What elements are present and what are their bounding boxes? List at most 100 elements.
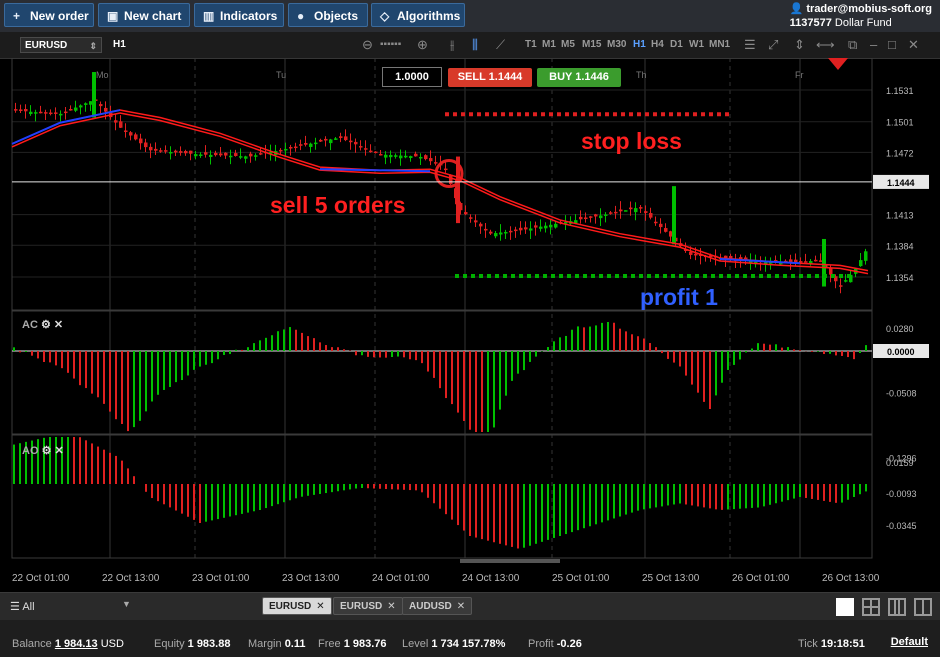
gear-icon[interactable]: ⚙ xyxy=(41,319,51,331)
layout-single-icon[interactable] xyxy=(836,598,854,616)
buy-button[interactable]: BUY 1.1446 xyxy=(537,68,621,87)
candle-body xyxy=(189,150,193,154)
zoom-in-icon[interactable]: ⊕ xyxy=(417,37,428,53)
candle-chart-icon[interactable]: ⫼ xyxy=(472,37,478,53)
list-icon: ☰ xyxy=(10,601,20,613)
chart-tabs-bar: ☰ All ▼ EURUSD ✕ EURUSD ✕ AUDUSD ✕ xyxy=(0,592,940,621)
price-chart[interactable]: 0.00000.0280-0.0508-0.1296 0.0159-0.0093… xyxy=(0,58,940,592)
candle-body xyxy=(364,148,368,150)
time-tick: 26 Oct 13:00 xyxy=(822,573,880,584)
timeframe-m5[interactable]: M5 xyxy=(561,39,575,50)
timeframe-t1[interactable]: T1 xyxy=(525,39,537,50)
candle-body xyxy=(649,213,653,218)
candle-body xyxy=(434,162,438,164)
zoom-slider[interactable]: ▪▪▪▪▪▪ xyxy=(380,39,401,50)
timeframe-w1[interactable]: W1 xyxy=(689,39,704,50)
timeframe-m15[interactable]: M15 xyxy=(582,39,601,50)
close-icon[interactable]: ✕ xyxy=(457,601,465,612)
tab-eurusd-1[interactable]: EURUSD ✕ xyxy=(262,597,332,615)
ac-panel-header: AC ⚙ ✕ xyxy=(22,318,63,331)
candle-body xyxy=(199,154,203,156)
default-button[interactable]: Default xyxy=(891,636,928,648)
list-icon[interactable]: ☰ xyxy=(744,37,756,53)
candle-body xyxy=(469,217,473,219)
indicators-button[interactable]: ▥ Indicators xyxy=(194,3,284,27)
time-tick: 22 Oct 13:00 xyxy=(102,573,160,584)
timeframe-h1[interactable]: H1 xyxy=(633,39,646,50)
timeframe-mn1[interactable]: MN1 xyxy=(709,39,730,50)
candle-body xyxy=(324,138,328,141)
candle-body xyxy=(579,216,583,220)
candle-body xyxy=(39,111,43,114)
user-icon: 👤 xyxy=(789,3,804,15)
candle-body xyxy=(384,154,388,158)
line-chart-icon[interactable]: ⟋ xyxy=(496,37,505,53)
new-order-button[interactable]: + New order xyxy=(4,3,94,27)
candle-body xyxy=(149,146,153,151)
timeframe-m30[interactable]: M30 xyxy=(607,39,626,50)
candle-body xyxy=(664,228,668,232)
plus-icon: + xyxy=(13,9,21,23)
candle-body xyxy=(624,210,628,212)
expand-icon[interactable]: ⤢ xyxy=(768,37,778,53)
layout-split-icon[interactable] xyxy=(914,598,932,616)
candle-body xyxy=(229,155,233,158)
maximize-icon[interactable]: □ xyxy=(888,37,896,52)
timeframe-m1[interactable]: M1 xyxy=(542,39,556,50)
objects-button[interactable]: ● Objects xyxy=(288,3,368,27)
symbol-selector[interactable]: EURUSD ⇕ xyxy=(20,37,102,53)
close-icon[interactable]: ✕ xyxy=(316,601,324,612)
filter-dropdown[interactable]: ☰ All xyxy=(10,600,35,613)
main-toolbar: + New order ▣ New chart ▥ Indicators ● Objec… xyxy=(0,0,940,32)
zoom-out-icon[interactable]: ⊖ xyxy=(362,37,373,53)
layout-grid-icon[interactable] xyxy=(862,598,880,616)
account-email: trader@mobius-soft.org xyxy=(806,3,932,15)
candle-body xyxy=(489,231,493,234)
candle-body xyxy=(119,121,123,128)
detach-icon[interactable]: ⧉ xyxy=(848,37,857,53)
timeframe-h4[interactable]: H4 xyxy=(651,39,664,50)
horizontal-resize-icon[interactable]: ⟷ xyxy=(816,37,835,53)
chevron-down-icon[interactable]: ▼ xyxy=(122,599,131,609)
candle-body xyxy=(129,132,133,136)
close-icon[interactable]: ✕ xyxy=(55,445,64,457)
candle-body xyxy=(139,138,143,144)
new-chart-button[interactable]: ▣ New chart xyxy=(98,3,190,27)
candle-body xyxy=(239,156,243,158)
time-tick: 25 Oct 13:00 xyxy=(642,573,700,584)
candle-body xyxy=(644,211,648,213)
close-icon[interactable]: ✕ xyxy=(54,319,63,331)
candle-body xyxy=(204,152,208,155)
vertical-resize-icon[interactable]: ⇕ xyxy=(794,37,805,53)
candle-body xyxy=(414,153,418,157)
bars-icon: ▥ xyxy=(203,9,215,23)
close-icon[interactable]: ✕ xyxy=(908,37,919,53)
candle-body xyxy=(104,107,108,112)
minimize-icon[interactable]: – xyxy=(870,37,877,52)
indicators-label: Indicators xyxy=(220,9,278,23)
objects-icon: ● xyxy=(297,9,305,23)
close-icon[interactable]: ✕ xyxy=(387,601,395,612)
candle-body xyxy=(354,141,358,145)
sell-button[interactable]: SELL 1.1444 xyxy=(448,68,532,87)
quantity-input[interactable]: 1.0000 xyxy=(382,67,442,87)
candle-body xyxy=(359,146,363,148)
profit-field: Profit -0.26 xyxy=(528,638,582,650)
account-id: 1137577 xyxy=(789,17,832,29)
algorithms-button[interactable]: ◇ Algorithms xyxy=(371,3,465,27)
margin-field: Margin 0.11 xyxy=(248,638,306,650)
tick-value: 19:18:51 xyxy=(820,638,865,650)
candle-body xyxy=(554,223,558,228)
bar-chart-icon[interactable]: ⫲ xyxy=(450,37,454,53)
pane-borders xyxy=(11,58,873,563)
candle-body xyxy=(184,151,188,154)
timeframe-d1[interactable]: D1 xyxy=(670,39,683,50)
layout-columns-icon[interactable] xyxy=(888,598,906,616)
account-info[interactable]: 👤 trader@mobius-soft.org 1137577 Dollar … xyxy=(790,2,932,30)
tab-eurusd-2[interactable]: EURUSD ✕ xyxy=(333,597,403,615)
chart-toolbar: EURUSD ⇕ H1 ⊖ ▪▪▪▪▪▪ ⊕ ⫲ ⫼ ⟋ T1 M1 M5 M15 M30… xyxy=(0,32,940,59)
tab-audusd[interactable]: AUDUSD ✕ xyxy=(402,597,473,615)
gear-icon[interactable]: ⚙ xyxy=(42,445,52,457)
equity-value: 1 983.88 xyxy=(187,638,231,650)
equity-field: Equity 1 983.88 xyxy=(154,638,230,650)
